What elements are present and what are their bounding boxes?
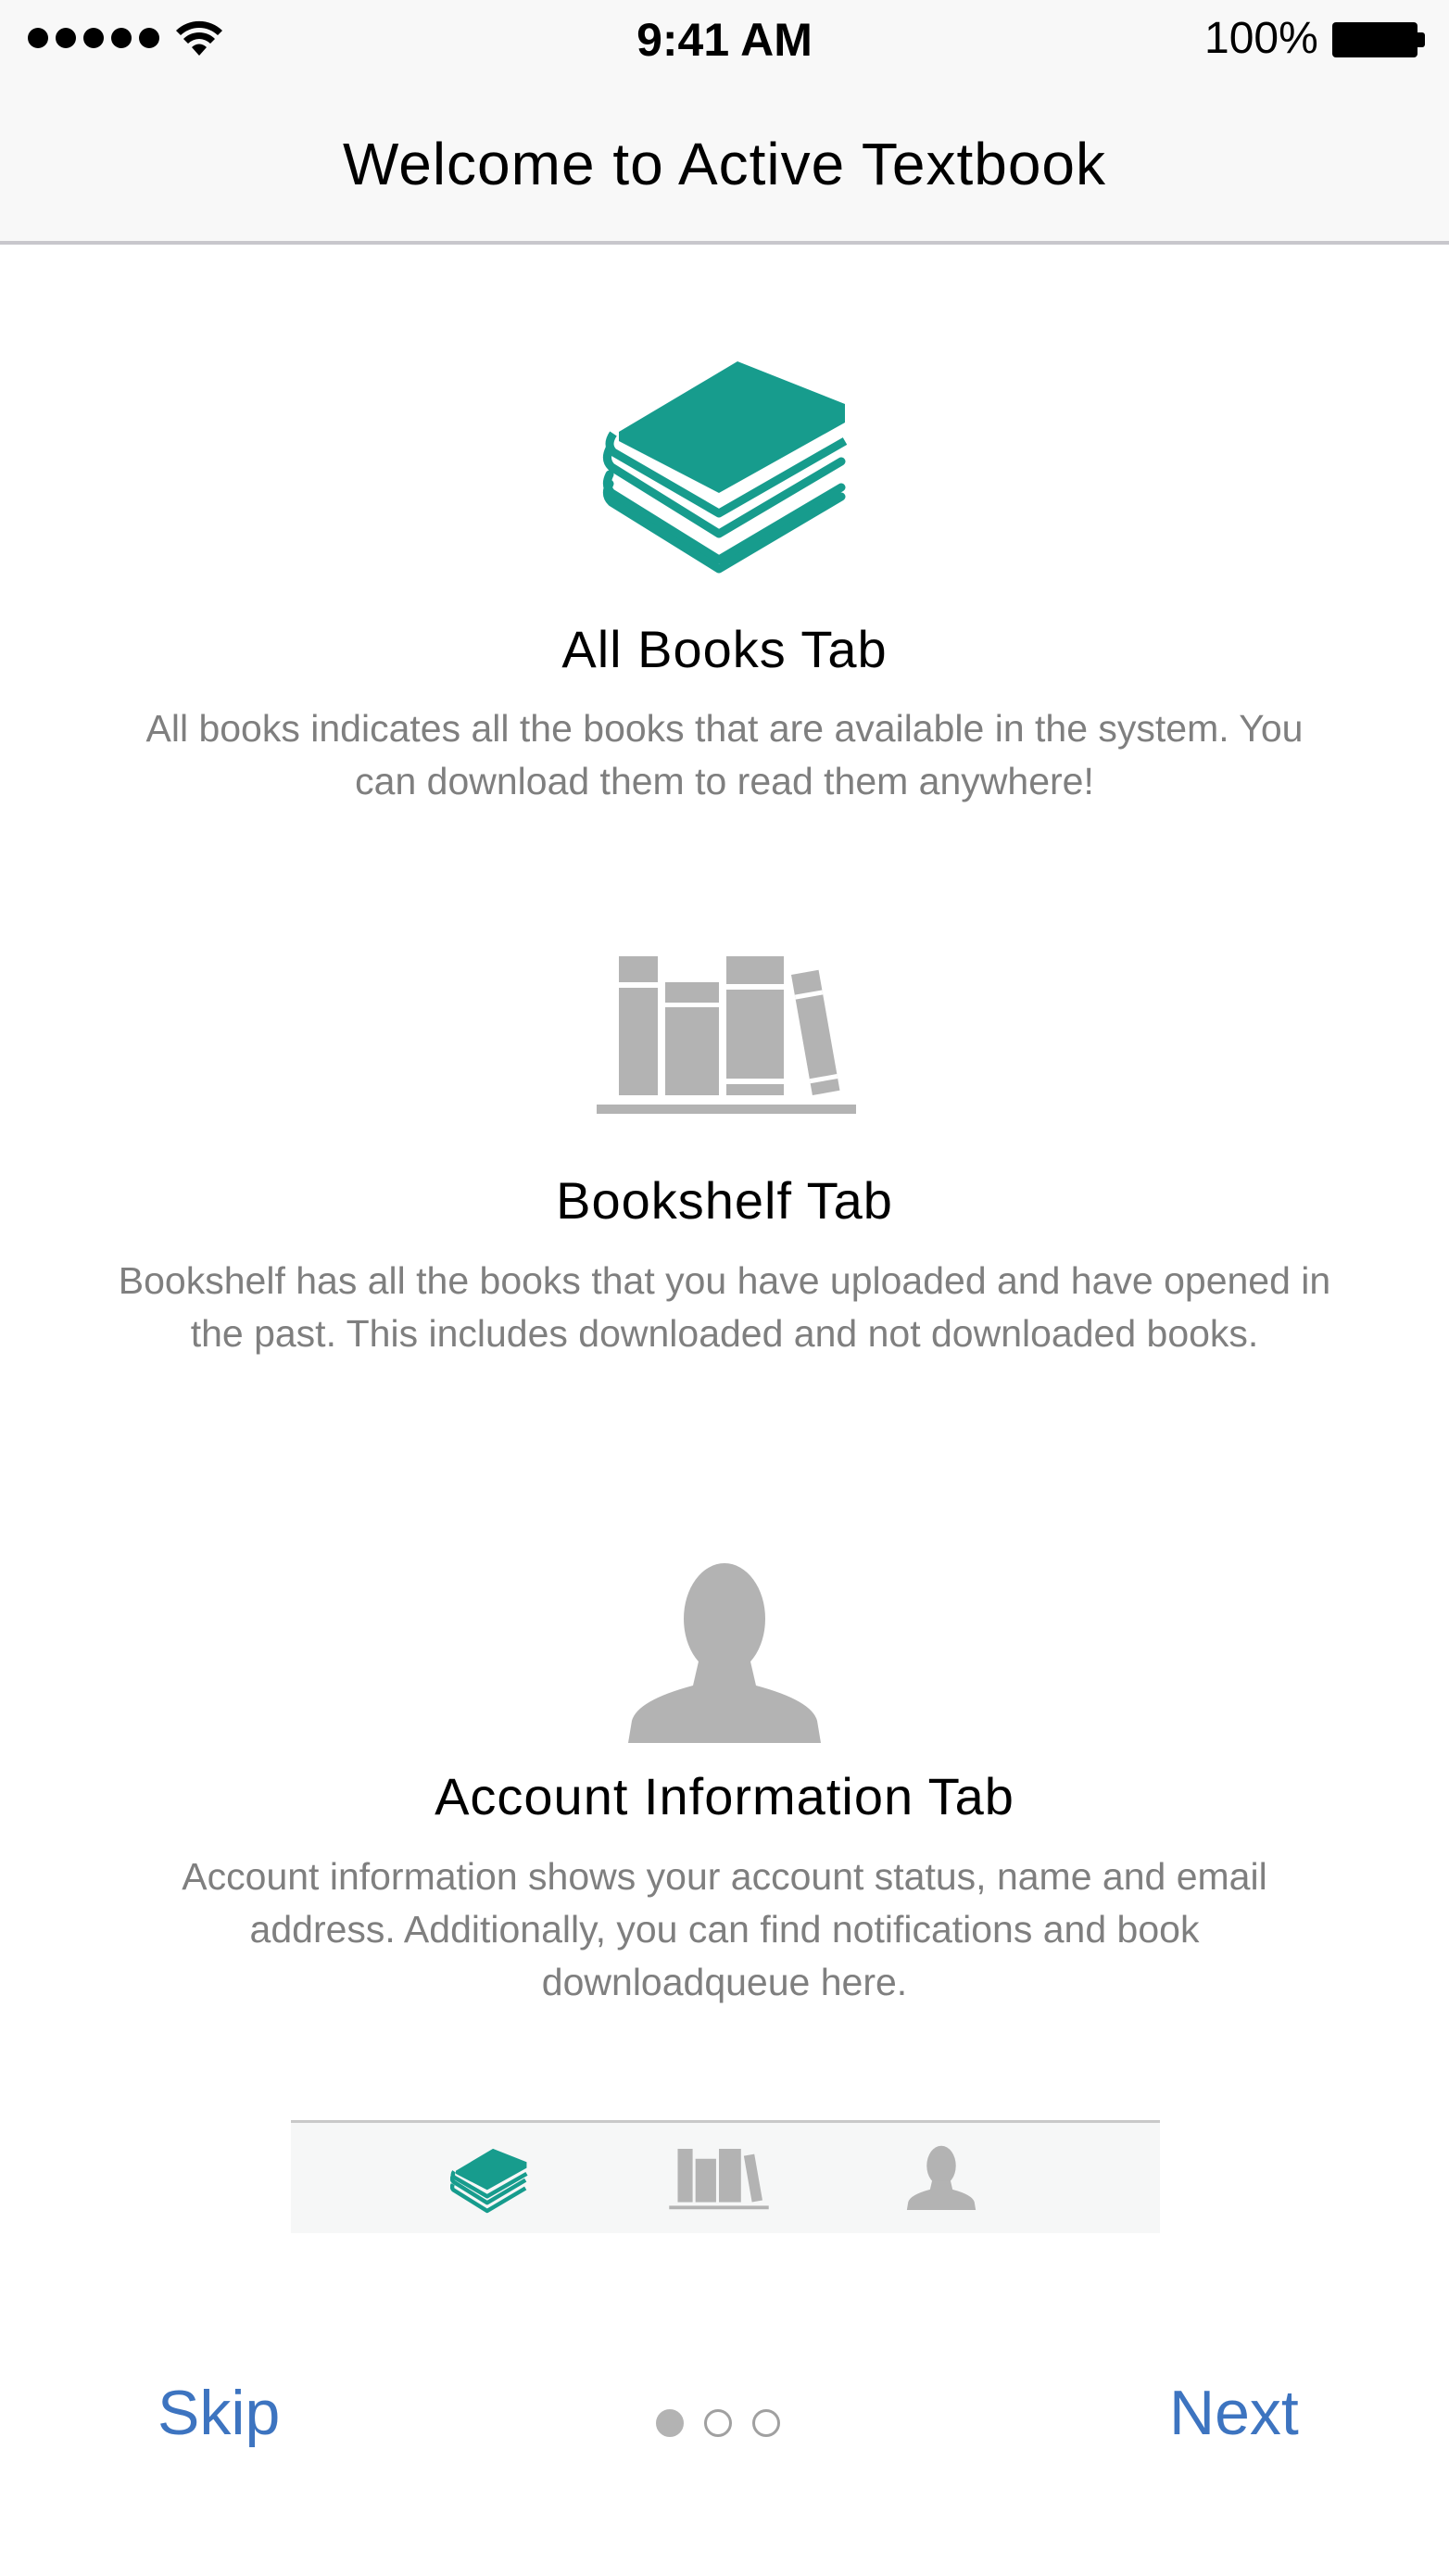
next-button[interactable]: Next <box>1169 2377 1299 2449</box>
battery-icon <box>1332 22 1418 57</box>
battery-tip <box>1418 32 1425 47</box>
page-indicator[interactable] <box>656 2409 780 2437</box>
book-stack-icon <box>450 2148 528 2214</box>
feature-description-bookshelf: Bookshelf has all the books that you hav… <box>118 1259 1331 1355</box>
book-stack-icon <box>602 361 848 574</box>
bookshelf-icon <box>597 956 856 1114</box>
page-dot-3[interactable] <box>752 2409 780 2437</box>
feature-description-all-books: All books indicates all the books that a… <box>145 707 1304 802</box>
page-dot-1[interactable] <box>656 2409 684 2437</box>
feature-title-account-information: Account Information Tab <box>435 1767 1014 1825</box>
feature-title-all-books: All Books Tab <box>561 620 888 678</box>
person-icon <box>906 2145 976 2210</box>
page-dot-2[interactable] <box>704 2409 732 2437</box>
tab-bar-preview <box>291 2120 1160 2233</box>
battery-percentage: 100% <box>1204 14 1318 63</box>
skip-button[interactable]: Skip <box>158 2377 280 2449</box>
navigation-bar: 9:41 AM 100% Welcome to Active Textbook <box>0 0 1449 245</box>
feature-title-bookshelf: Bookshelf Tab <box>556 1171 893 1230</box>
bookshelf-icon <box>669 2149 769 2210</box>
feature-description-account-information: Account information shows your account s… <box>182 1855 1267 2003</box>
page-title: Welcome to Active Textbook <box>342 131 1107 197</box>
person-icon <box>628 1563 821 1743</box>
